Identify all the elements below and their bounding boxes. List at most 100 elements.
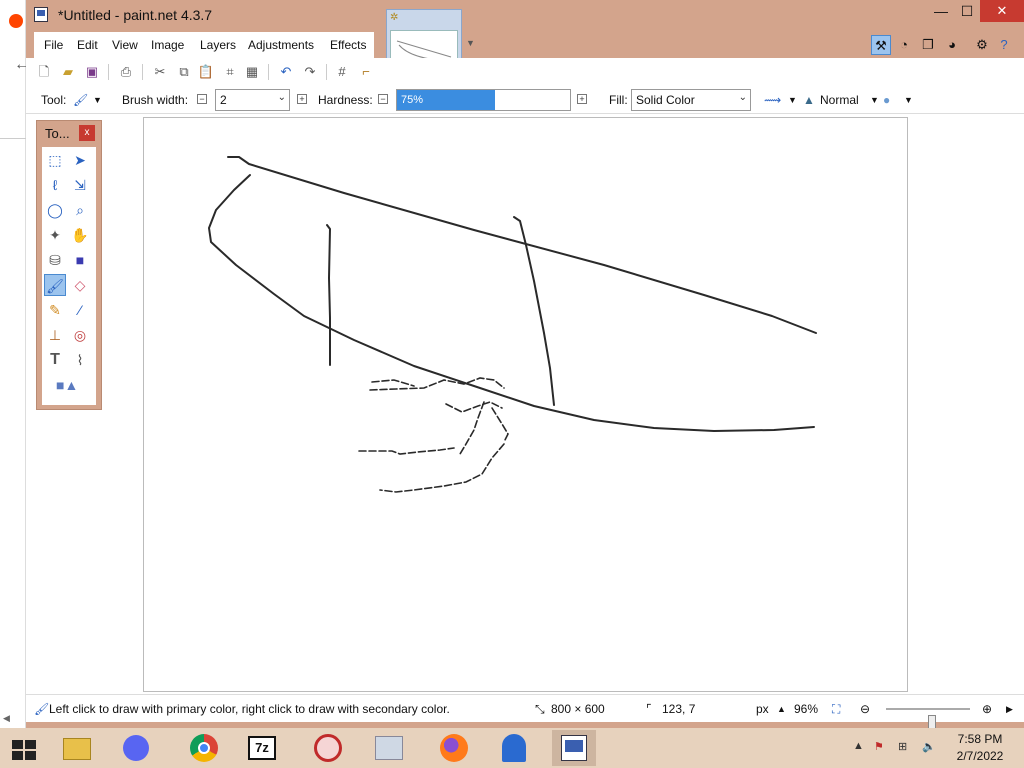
menu-view[interactable]: View — [112, 38, 138, 52]
clock-date[interactable]: 2/7/2022 — [950, 749, 1010, 763]
magic-wand-icon[interactable]: ✦ — [44, 224, 66, 246]
clone-stamp-icon[interactable]: ⊥ — [44, 324, 66, 346]
clock-time[interactable]: 7:58 PM — [950, 732, 1010, 746]
recolor-icon[interactable]: ◎ — [69, 324, 91, 346]
undo-icon[interactable]: ↶ — [276, 62, 296, 82]
paint-bucket-icon[interactable]: ⛁ — [44, 249, 66, 271]
current-tool-paintbrush-icon[interactable]: 🖌 — [73, 93, 88, 107]
move-selection-icon[interactable]: ➤ — [69, 149, 91, 171]
brush-width-input[interactable]: 2 ⌄ — [215, 89, 290, 111]
hardness-slider[interactable]: 75% — [396, 89, 571, 111]
cut-icon[interactable]: ✂ — [150, 62, 170, 82]
print-icon[interactable]: ⎙ — [116, 62, 136, 82]
paste-icon[interactable]: 📋 — [196, 62, 216, 82]
paintbrush-icon[interactable]: 🖌 — [44, 274, 66, 296]
taskbar-photo-app[interactable] — [367, 730, 411, 766]
maximize-button[interactable]: ☐ — [954, 0, 980, 22]
taskbar-paintnet[interactable] — [552, 730, 596, 766]
menu-effects[interactable]: Effects — [330, 38, 366, 52]
color-picker-icon[interactable]: ⁄ — [69, 299, 91, 321]
blend-mode-dropdown-icon[interactable]: ▼ — [870, 95, 879, 105]
layers-window-icon[interactable]: ❐ — [918, 35, 938, 55]
blocked-icon — [314, 734, 342, 762]
save-icon[interactable]: ▣ — [82, 62, 102, 82]
menu-file[interactable]: File — [44, 38, 63, 52]
rectangle-select-icon[interactable]: ⬚ — [44, 149, 66, 171]
ellipse-select-icon[interactable]: ◯ — [44, 199, 66, 221]
help-icon[interactable]: ? — [994, 35, 1014, 55]
tools-window-icon[interactable]: ⚒ — [871, 35, 891, 55]
history-window-icon[interactable]: ◔ — [894, 35, 914, 55]
taskbar-discord[interactable] — [114, 730, 158, 766]
brush-width-decrease[interactable]: − — [197, 94, 207, 104]
network-icon[interactable]: ⊞ — [898, 740, 907, 753]
selection-mode-dropdown-icon[interactable]: ▼ — [904, 95, 913, 105]
units-select[interactable]: px — [756, 702, 769, 716]
taskbar-firefox[interactable] — [432, 730, 476, 766]
gradient-icon[interactable]: ■ — [69, 249, 91, 271]
copy-icon[interactable]: ⧉ — [174, 62, 194, 82]
antialiasing-dropdown-icon[interactable]: ▼ — [788, 95, 797, 105]
menu-adjustments[interactable]: Adjustments — [248, 38, 314, 52]
zoom-slider[interactable] — [886, 708, 970, 729]
folder-icon — [63, 738, 91, 760]
brush-width-increase[interactable]: + — [297, 94, 307, 104]
zoom-value[interactable]: 96% — [794, 702, 818, 716]
tools-window: To... x ⬚ ➤ ℓ ⇲ ◯ ⌕ ✦ ✋ ⛁ ■ 🖌 ◇ ✎ ⁄ ⊥ ◎ … — [36, 120, 102, 410]
text-icon[interactable]: T — [44, 349, 66, 371]
show-hidden-icons[interactable]: ▲ — [853, 740, 864, 752]
crop-icon[interactable]: ⌗ — [220, 62, 240, 82]
taskbar-file-explorer[interactable] — [55, 730, 99, 766]
taskbar-chrome[interactable] — [182, 730, 226, 766]
tools-window-close-button[interactable]: x — [79, 125, 95, 141]
blend-mode-value[interactable]: Normal — [820, 93, 859, 107]
ruler-icon[interactable]: ⌐ — [356, 62, 376, 82]
zoom-to-window-icon[interactable]: ⛶ — [832, 702, 840, 717]
thumbnail-dropdown-icon[interactable]: ▼ — [466, 38, 475, 48]
redo-icon[interactable]: ↷ — [300, 62, 320, 82]
taskbar-blocked-app[interactable] — [306, 730, 350, 766]
antialiasing-icon[interactable]: ⟿ — [764, 93, 781, 107]
tool-dropdown-icon[interactable]: ▼ — [93, 95, 102, 105]
action-center-icon[interactable]: ⚑ — [874, 740, 884, 753]
zoom-in-icon[interactable]: ⊕ — [982, 702, 992, 716]
zoom-slider-thumb[interactable] — [928, 715, 937, 729]
settings-gear-icon[interactable]: ⚙ — [972, 35, 992, 55]
scroll-left-icon[interactable]: ◀ — [3, 713, 10, 724]
eraser-icon[interactable]: ◇ — [69, 274, 91, 296]
main-toolbar: 🗋 ▰ ▣ ⎙ ✂ ⧉ 📋 ⌗ ▦ ↶ ↷ # ⌐ — [26, 58, 1024, 86]
title-bar[interactable]: *Untitled - paint.net 4.3.7 — ☐ ✕ — [26, 0, 1024, 30]
line-curve-icon[interactable]: ⌇ — [69, 349, 91, 371]
deselect-icon[interactable]: ▦ — [242, 62, 262, 82]
taskbar-7zip[interactable]: 7z — [240, 730, 284, 766]
volume-muted-icon[interactable]: 🔈 — [922, 740, 936, 753]
menu-image[interactable]: Image — [151, 38, 184, 52]
start-button[interactable] — [0, 730, 44, 766]
taskbar-app-blue[interactable] — [492, 730, 536, 766]
grid-icon[interactable]: # — [332, 62, 352, 82]
menu-layers[interactable]: Layers — [200, 38, 236, 52]
open-file-icon[interactable]: ▰ — [58, 62, 78, 82]
reddit-icon — [9, 14, 23, 28]
shapes-icon[interactable]: ■▲ — [56, 374, 78, 396]
colors-window-icon[interactable]: ◕ — [942, 35, 962, 55]
pan-icon[interactable]: ✋ — [69, 224, 91, 246]
units-dropdown-icon[interactable]: ▲ — [777, 704, 786, 714]
hardness-decrease[interactable]: − — [378, 94, 388, 104]
new-file-icon[interactable]: 🗋 — [34, 62, 54, 82]
brush-width-value: 2 — [220, 93, 227, 107]
image-size-icon: ⤡ — [535, 702, 545, 716]
move-selected-icon[interactable]: ⇲ — [69, 174, 91, 196]
scroll-right-icon[interactable]: ▶ — [1006, 704, 1013, 715]
lasso-select-icon[interactable]: ℓ — [44, 174, 66, 196]
minimize-button[interactable]: — — [928, 0, 954, 22]
hardness-increase[interactable]: + — [577, 94, 587, 104]
drawing-canvas[interactable] — [143, 117, 908, 692]
zoom-out-icon[interactable]: ⊖ — [860, 702, 870, 716]
fill-select[interactable]: Solid Color ⌄ — [631, 89, 751, 111]
close-button[interactable]: ✕ — [980, 0, 1024, 22]
zoom-icon[interactable]: ⌕ — [69, 199, 91, 221]
pencil-icon[interactable]: ✎ — [44, 299, 66, 321]
menu-edit[interactable]: Edit — [77, 38, 98, 52]
selection-mode-icon[interactable]: ● — [883, 93, 890, 107]
